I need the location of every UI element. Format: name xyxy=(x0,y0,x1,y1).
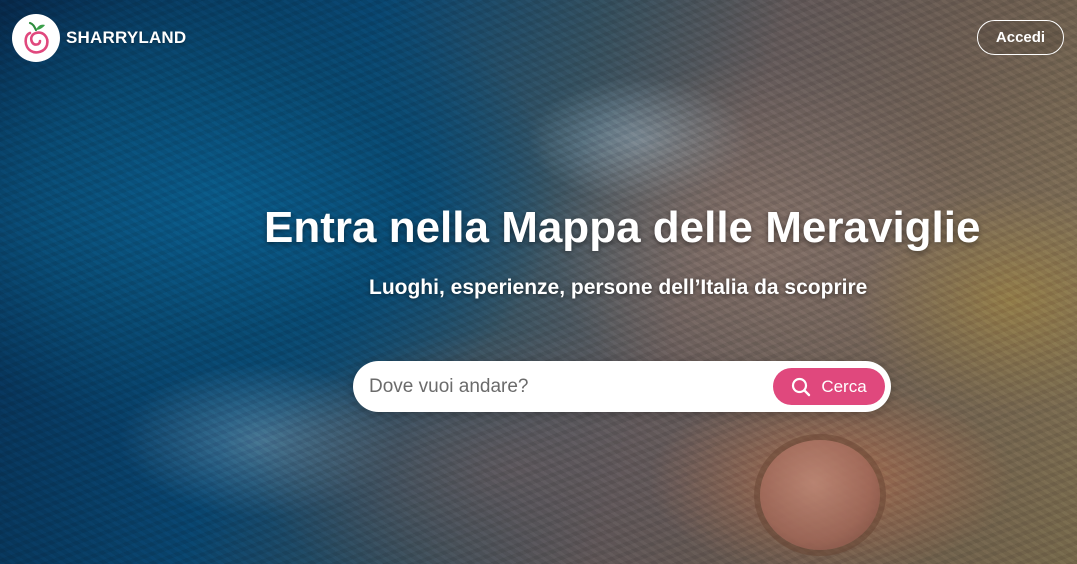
login-button[interactable]: Accedi xyxy=(977,20,1064,55)
destination-search-input[interactable] xyxy=(353,361,773,412)
stone-platform-detail xyxy=(760,440,880,550)
search-bar: Cerca xyxy=(353,361,891,412)
hero-background-image: SHARRYLAND Accedi Entra nella Mappa dell… xyxy=(0,0,1077,564)
search-button-label: Cerca xyxy=(821,376,867,396)
brand-home-link[interactable]: SHARRYLAND xyxy=(12,14,186,62)
search-button[interactable]: Cerca xyxy=(773,368,885,405)
hero-title: Entra nella Mappa delle Meraviglie xyxy=(264,203,981,252)
top-bar: SHARRYLAND Accedi xyxy=(0,0,1077,76)
brand-name: SHARRYLAND xyxy=(66,28,187,47)
hero-subtitle: Luoghi, esperienze, persone dell’Italia … xyxy=(369,276,868,299)
sharryland-logo-icon xyxy=(12,14,60,62)
search-icon xyxy=(791,377,811,397)
